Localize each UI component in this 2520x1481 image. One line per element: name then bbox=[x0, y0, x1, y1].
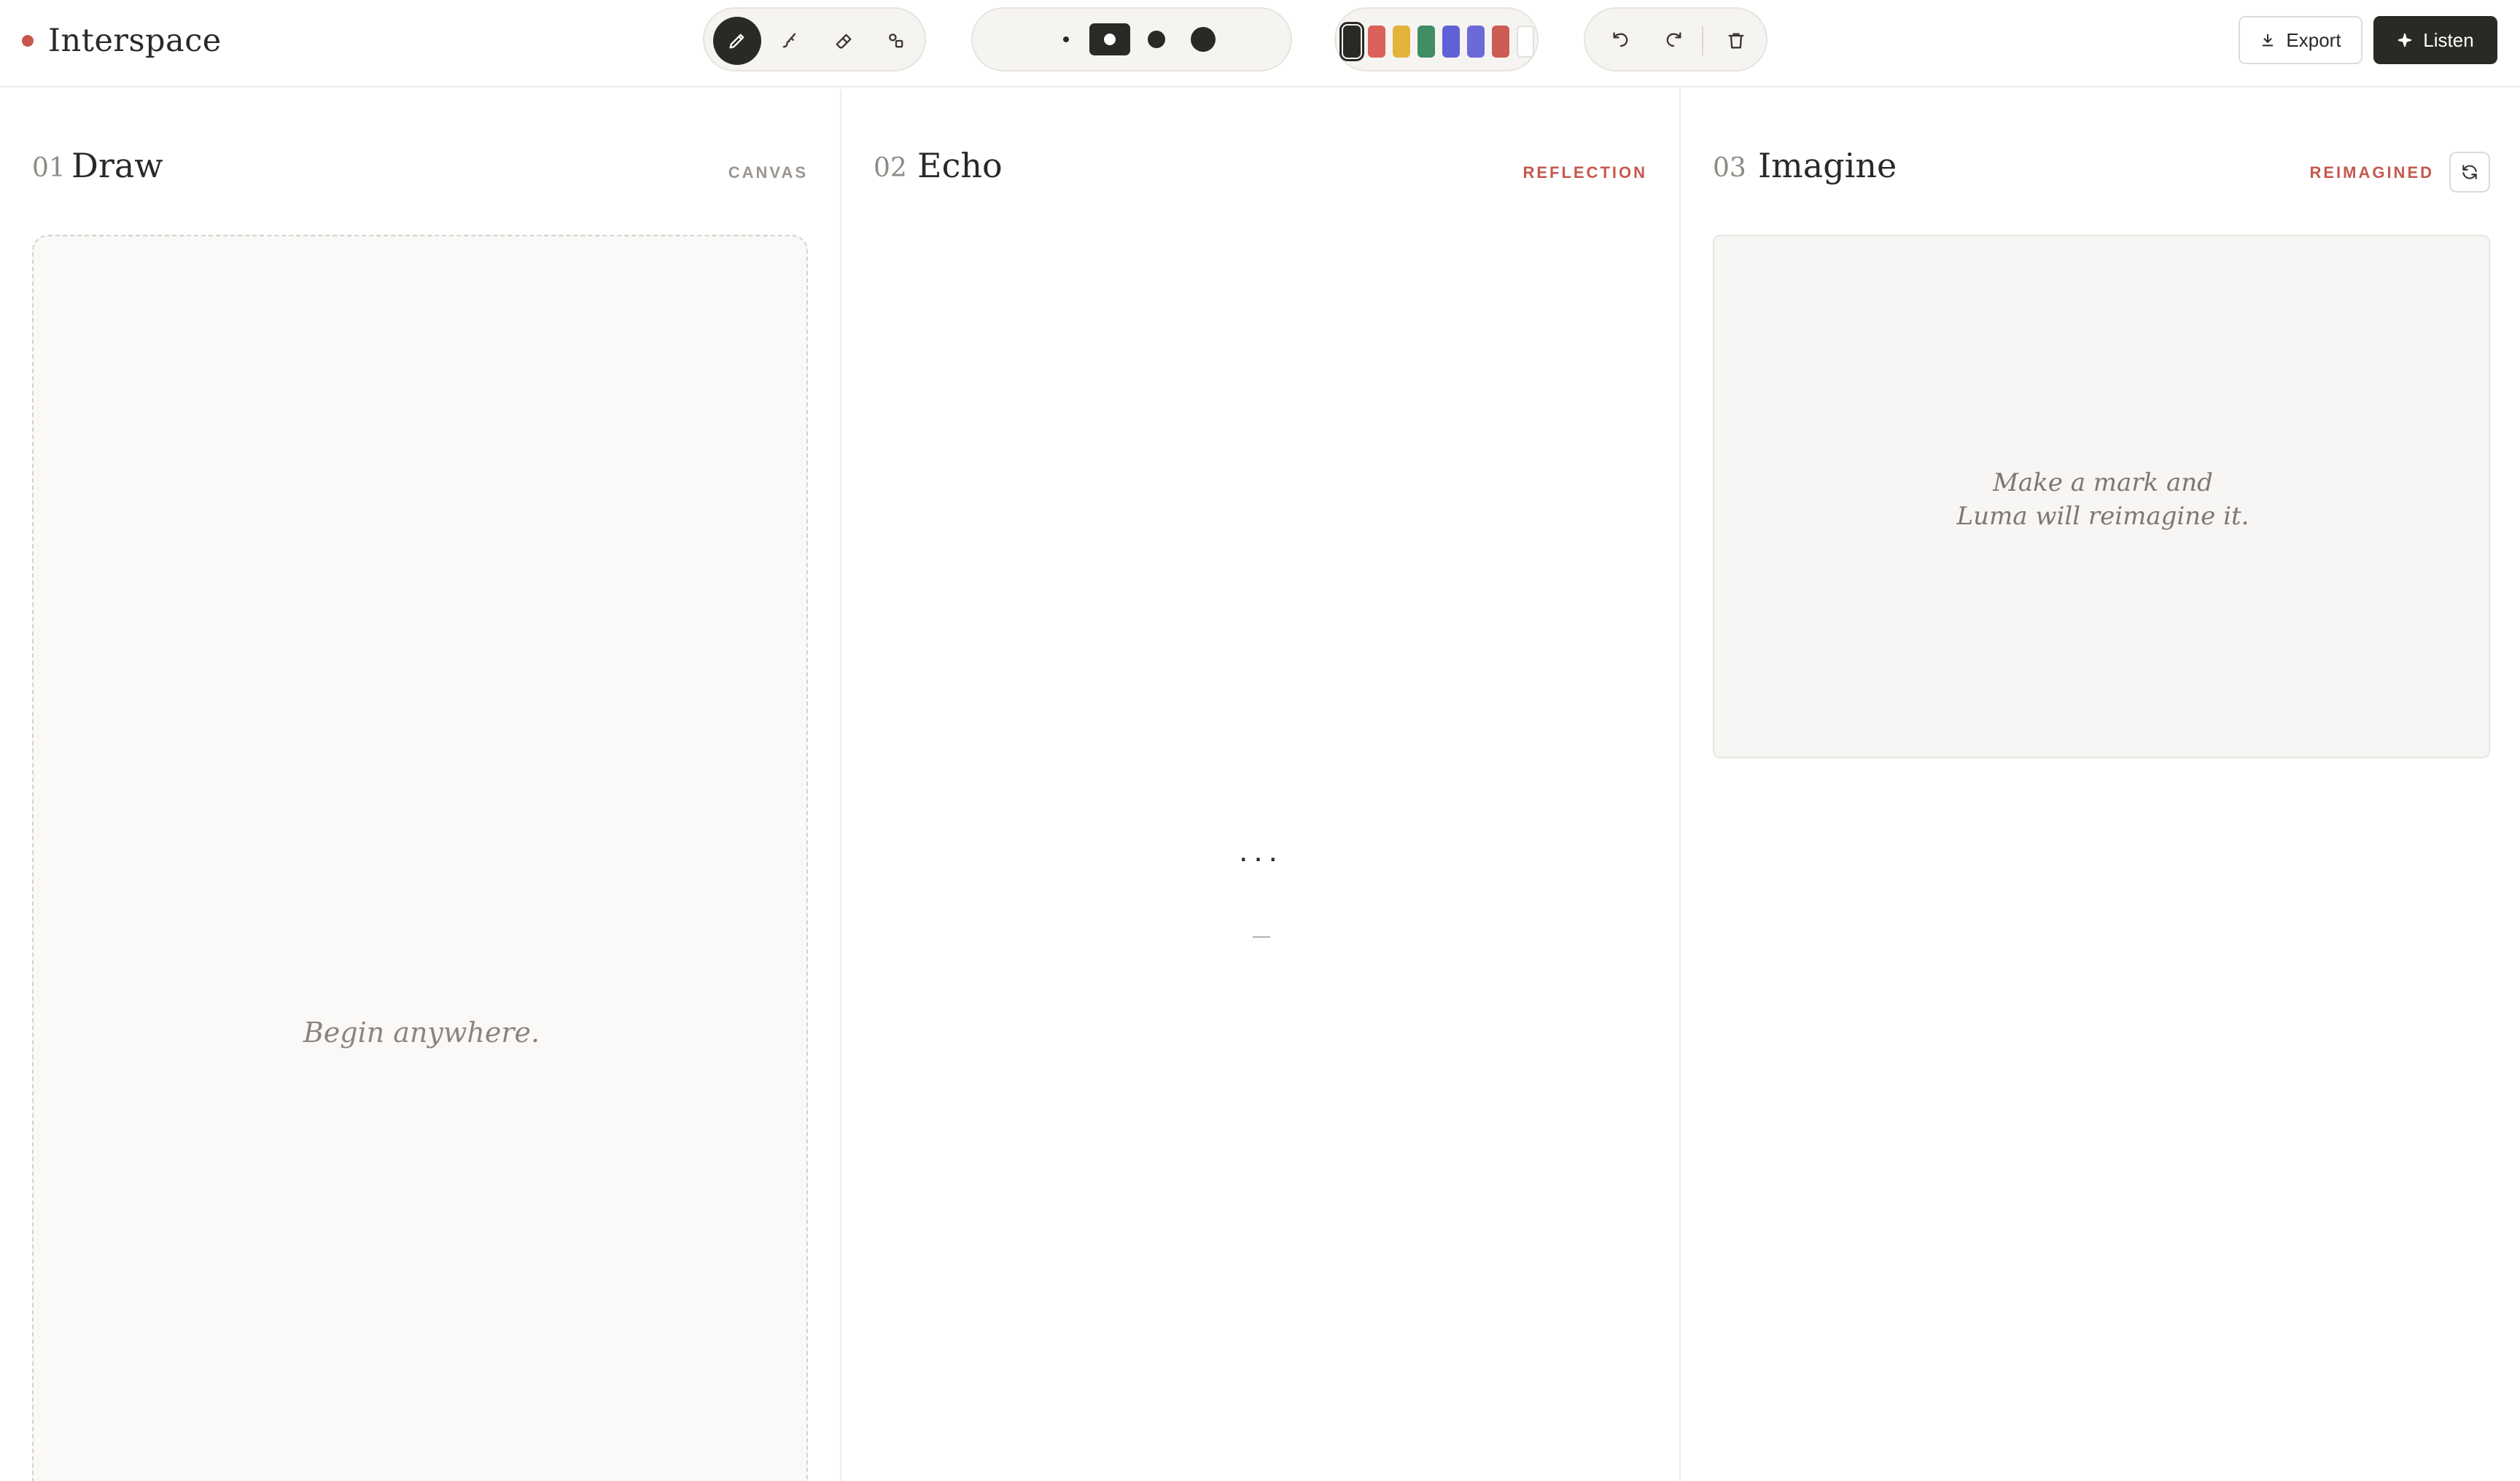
color-palette bbox=[1334, 7, 1539, 71]
imagine-hint-line: Make a mark and bbox=[1993, 468, 2213, 497]
tool-group bbox=[703, 7, 926, 71]
reimagined-output: Make a mark and Luma will reimagine it. bbox=[1713, 235, 2490, 758]
color-swatch[interactable] bbox=[1418, 26, 1435, 58]
pencil-icon bbox=[729, 34, 744, 49]
brush-icon bbox=[782, 33, 796, 48]
imagine-panel: 03 Imagine REIMAGINED Make a mark and Lu… bbox=[1679, 89, 2520, 1481]
imagine-hint-line: Luma will reimagine it. bbox=[1956, 502, 2249, 531]
color-swatch[interactable] bbox=[1393, 26, 1410, 58]
listen-button[interactable]: Listen bbox=[2373, 16, 2497, 64]
panel-title: Draw bbox=[71, 146, 163, 185]
clear-button[interactable] bbox=[1716, 21, 1756, 61]
redo-icon bbox=[1666, 32, 1681, 47]
panel-tag: REFLECTION bbox=[1522, 163, 1647, 182]
imagine-hint: Make a mark and Luma will reimagine it. bbox=[1714, 466, 2492, 533]
sparkle-icon bbox=[2398, 33, 2412, 47]
brand: Interspace bbox=[22, 16, 222, 66]
panel-number: 02 bbox=[874, 153, 907, 183]
brush-size-group bbox=[971, 7, 1292, 71]
refresh-icon bbox=[2462, 165, 2477, 179]
pen-tool-button[interactable] bbox=[713, 17, 761, 65]
color-swatch[interactable] bbox=[1442, 26, 1460, 58]
color-swatch[interactable] bbox=[1517, 26, 1534, 58]
color-swatch[interactable] bbox=[1368, 26, 1385, 58]
panel-number: 01 bbox=[32, 153, 66, 183]
divider bbox=[1702, 26, 1703, 55]
canvas-hint: Begin anywhere. bbox=[303, 1017, 540, 1049]
shapes-icon bbox=[889, 34, 903, 48]
app-title: Interspace bbox=[48, 23, 222, 59]
panel-title: Imagine bbox=[1758, 146, 1897, 185]
brush-size-l[interactable] bbox=[1183, 23, 1224, 55]
redo-button[interactable] bbox=[1654, 21, 1693, 61]
panel-tag: CANVAS bbox=[728, 163, 808, 182]
brush-size-xs[interactable] bbox=[1046, 23, 1086, 55]
trash-icon bbox=[1728, 33, 1744, 49]
eraser-icon bbox=[836, 34, 852, 49]
divider bbox=[1253, 936, 1270, 938]
loading-indicator: ... bbox=[1239, 833, 1283, 868]
shapes-tool-button[interactable] bbox=[872, 17, 920, 65]
brush-tool-button[interactable] bbox=[766, 17, 814, 65]
download-icon bbox=[2262, 34, 2274, 47]
eraser-tool-button[interactable] bbox=[820, 17, 868, 65]
color-swatch[interactable] bbox=[1492, 26, 1509, 58]
undo-button[interactable] bbox=[1601, 21, 1641, 61]
drawing-canvas[interactable]: Begin anywhere. bbox=[32, 235, 808, 1481]
panel-tag: REIMAGINED bbox=[2309, 163, 2434, 182]
export-button[interactable]: Export bbox=[2239, 16, 2362, 64]
draw-panel: 01 Draw CANVAS Begin anywhere. bbox=[0, 89, 840, 1481]
top-toolbar: Interspace Export Listen bbox=[0, 0, 2520, 88]
history-group bbox=[1584, 7, 1768, 71]
brush-size-m[interactable] bbox=[1136, 23, 1177, 55]
color-swatch[interactable] bbox=[1467, 26, 1485, 58]
export-label: Export bbox=[2286, 28, 2341, 51]
brush-size-s[interactable] bbox=[1089, 23, 1130, 55]
regenerate-button[interactable] bbox=[2449, 152, 2490, 193]
brand-dot-icon bbox=[22, 35, 34, 47]
undo-icon bbox=[1613, 32, 1628, 47]
panel-number: 03 bbox=[1713, 153, 1746, 183]
color-swatch[interactable] bbox=[1339, 22, 1364, 61]
echo-panel: 02 Echo REFLECTION ... bbox=[840, 89, 1679, 1481]
listen-label: Listen bbox=[2423, 28, 2474, 51]
panel-title: Echo bbox=[917, 146, 1003, 185]
